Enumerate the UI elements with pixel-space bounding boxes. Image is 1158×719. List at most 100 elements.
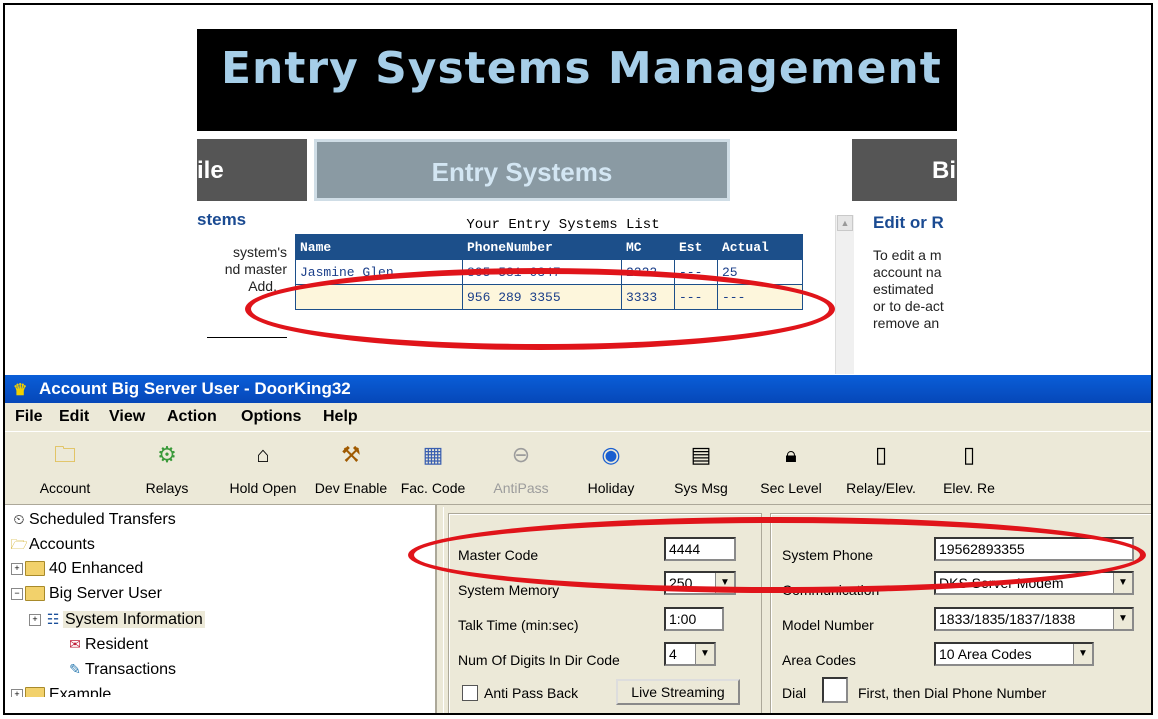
area-codes-select[interactable]: 10 Area Codes ▼ <box>934 642 1094 666</box>
elevator-icon: ▯ <box>962 442 976 467</box>
fac-code-button[interactable]: ▦ Fac. Code <box>391 440 475 496</box>
tab-entry-systems-label: Entry Systems <box>431 157 613 187</box>
menu-view[interactable]: View <box>109 408 145 426</box>
antipass-button[interactable]: ⊖ AntiPass <box>479 440 563 496</box>
left-help-heading: stems <box>197 210 247 229</box>
tree-item-accounts[interactable]: 🗁Accounts <box>9 532 95 556</box>
anti-pass-back-checkbox[interactable] <box>462 685 478 701</box>
model-number-select[interactable]: 1833/1835/1837/1838 ▼ <box>934 607 1134 631</box>
digits-value: 4 <box>669 646 677 662</box>
antipass-button-label: AntiPass <box>493 480 549 496</box>
tab-billing-label: Bi <box>932 157 956 184</box>
right-help-heading: Edit or R <box>873 213 944 232</box>
tree-item-example[interactable]: + Example <box>11 683 111 697</box>
facility-code-icon: ▦ <box>422 442 444 467</box>
screenshot-frame: Entry Systems Management ile Entry Syste… <box>3 3 1153 715</box>
right-help-line: To edit a m <box>873 247 942 263</box>
tab-profile-label: ile <box>197 157 224 184</box>
digits-label: Num Of Digits In Dir Code <box>458 652 620 668</box>
right-help-line: remove an <box>873 315 940 331</box>
folder-icon <box>25 586 45 602</box>
dial-suffix-label: First, then Dial Phone Number <box>858 685 1047 701</box>
area-codes-label: Area Codes <box>782 652 856 668</box>
menu-edit[interactable]: Edit <box>59 408 89 426</box>
menu-file[interactable]: File <box>15 408 43 426</box>
relay-elev-button-label: Relay/Elev. <box>846 480 916 496</box>
tab-strip: ile Entry Systems Bi <box>197 139 957 203</box>
list-scrollbar[interactable]: ▲ <box>835 215 854 374</box>
chevron-down-icon[interactable]: ▼ <box>695 644 714 664</box>
chevron-down-icon[interactable]: ▼ <box>1113 573 1132 593</box>
tree-item-label: System Information <box>63 611 205 628</box>
relay-elev-button[interactable]: ▯ Relay/Elev. <box>839 440 923 496</box>
left-help-line: system's <box>232 244 287 260</box>
window-title: Account Big Server User - DoorKing32 <box>39 379 351 398</box>
column-header[interactable]: PhoneNumber <box>462 234 622 260</box>
highlight-oval <box>245 268 835 350</box>
list-caption: Your Entry Systems List <box>466 217 660 233</box>
holiday-button[interactable]: ◉ Holiday <box>569 440 653 496</box>
dev-enable-button[interactable]: ⚒ Dev Enable <box>309 440 393 496</box>
tree-item-label: Accounts <box>29 536 95 553</box>
banner-title: Entry Systems Management <box>221 43 942 94</box>
tree-item-system-information[interactable]: + ☷ System Information <box>29 607 205 631</box>
resident-icon: ✉ <box>69 636 81 652</box>
tree-item-big-server-user[interactable]: − Big Server User <box>11 582 162 606</box>
sys-msg-button-label: Sys Msg <box>674 480 728 496</box>
collapse-icon[interactable]: − <box>11 587 23 600</box>
column-header[interactable]: MC <box>621 234 675 260</box>
door-icon: ⌂ <box>256 442 270 467</box>
scroll-up-icon[interactable]: ▲ <box>837 215 853 231</box>
sec-level-button[interactable]: 🔒︎ Sec Level <box>749 440 833 496</box>
antipass-icon: ⊖ <box>511 442 531 467</box>
sys-msg-button[interactable]: ▤ Sys Msg <box>659 440 743 496</box>
chevron-down-icon[interactable]: ▼ <box>1113 609 1132 629</box>
tree-item-label: Big Server User <box>49 585 162 602</box>
model-number-label: Model Number <box>782 617 874 633</box>
folder-icon: 🗀 <box>53 442 76 467</box>
elev-relay-button[interactable]: ▯ Elev. Re <box>927 440 1011 496</box>
menu-help[interactable]: Help <box>323 408 358 426</box>
right-help-panel: Edit or R To edit a m account na estimat… <box>873 214 957 332</box>
column-header[interactable]: Est <box>674 234 718 260</box>
dev-enable-button-label: Dev Enable <box>314 480 388 496</box>
crown-icon: ♛ <box>13 382 28 399</box>
chevron-down-icon[interactable]: ▼ <box>1073 644 1092 664</box>
live-streaming-button[interactable]: Live Streaming <box>616 679 740 705</box>
tab-entry-systems[interactable]: Entry Systems <box>314 139 730 201</box>
table-header-row: Name PhoneNumber MC Est Actual <box>295 234 803 260</box>
tab-billing[interactable]: Bi <box>852 139 957 201</box>
tab-profile[interactable]: ile <box>197 139 307 201</box>
left-help-line: nd master <box>224 261 287 277</box>
holiday-button-label: Holiday <box>587 480 635 496</box>
account-button[interactable]: 🗀 Account <box>23 440 107 496</box>
tree-item-40-enhanced[interactable]: +40 Enhanced <box>11 557 143 581</box>
talk-time-input[interactable]: 1:00 <box>664 607 724 631</box>
menu-options[interactable]: Options <box>241 408 301 426</box>
device-icon: ⚒ <box>341 442 361 467</box>
tree-item-resident[interactable]: ✉ Resident <box>65 632 148 656</box>
tree-item-transactions[interactable]: ✎ Transactions <box>65 657 176 681</box>
expand-icon[interactable]: + <box>29 613 41 626</box>
relays-button[interactable]: ⚙ Relays <box>125 440 209 496</box>
digits-select[interactable]: 4 ▼ <box>664 642 716 666</box>
column-header[interactable]: Name <box>295 234 463 260</box>
expand-icon[interactable]: + <box>11 688 23 697</box>
model-number-value: 1833/1835/1837/1838 <box>939 611 1076 627</box>
divider <box>207 337 287 338</box>
right-help-line: or to de-act <box>873 298 944 314</box>
column-header[interactable]: Actual <box>717 234 803 260</box>
account-tree: ⏲ Scheduled Transfers 🗁Accounts +40 Enhan… <box>5 505 437 713</box>
menu-action[interactable]: Action <box>167 408 217 426</box>
dial-prefix-input[interactable] <box>822 677 848 703</box>
open-folder-icon: 🗁 <box>10 536 28 552</box>
tree-item-scheduled-transfers[interactable]: ⏲ Scheduled Transfers <box>9 507 176 531</box>
highlight-oval <box>408 517 1146 593</box>
tree-item-label: Example <box>49 686 112 697</box>
menu-bar: File Edit View Action Options Help <box>5 403 1151 429</box>
relays-button-label: Relays <box>145 480 189 496</box>
expand-icon[interactable]: + <box>11 562 23 575</box>
elevator-icon: ▯ <box>874 442 888 467</box>
hold-open-button[interactable]: ⌂ Hold Open <box>221 440 305 496</box>
talk-time-label: Talk Time (min:sec) <box>458 617 579 633</box>
